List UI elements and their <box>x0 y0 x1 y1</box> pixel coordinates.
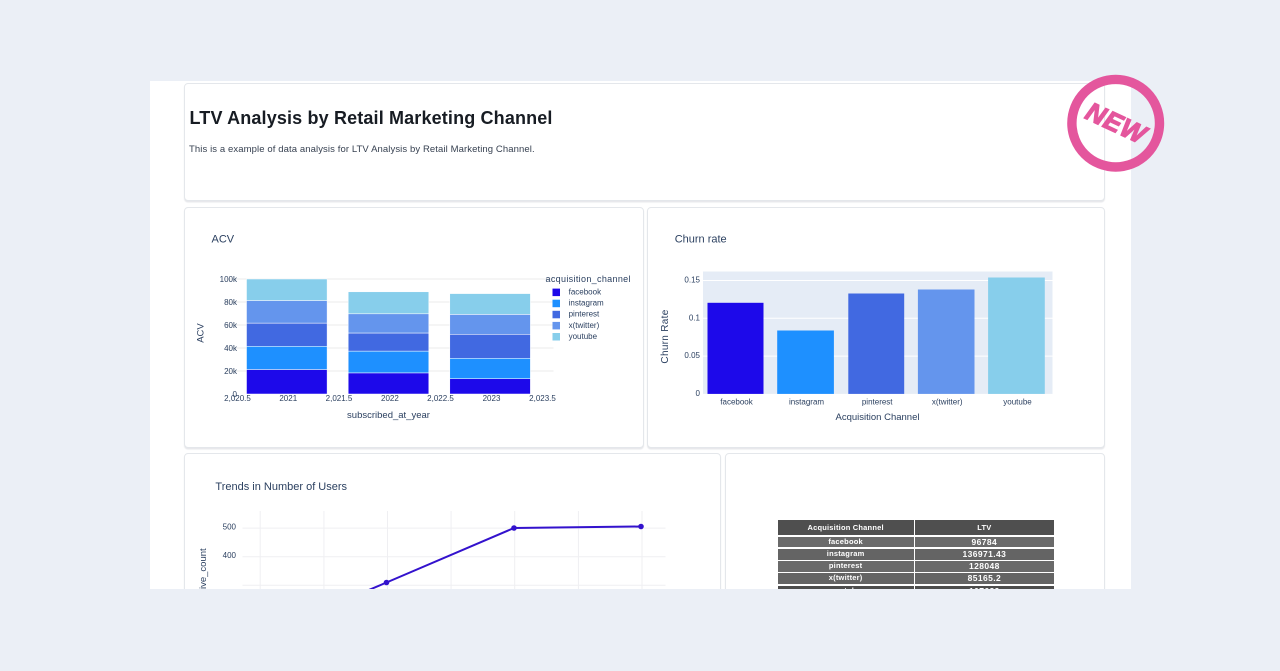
svg-text:80k: 80k <box>224 297 238 306</box>
svg-text:60k: 60k <box>224 320 238 329</box>
svg-text:x(twitter): x(twitter) <box>568 320 599 329</box>
svg-text:2,023.5: 2,023.5 <box>529 394 556 403</box>
svg-text:400: 400 <box>222 551 236 560</box>
svg-text:instagram: instagram <box>788 397 823 406</box>
svg-text:Acquisition Channel: Acquisition Channel <box>835 412 919 423</box>
svg-text:pinterest: pinterest <box>568 309 599 318</box>
svg-text:2021: 2021 <box>279 394 297 403</box>
svg-text:facebook: facebook <box>568 287 601 296</box>
svg-text:2,021.5: 2,021.5 <box>325 394 352 403</box>
svg-text:youtube: youtube <box>568 331 597 340</box>
svg-text:0.15: 0.15 <box>684 275 700 284</box>
svg-text:facebook: facebook <box>720 397 753 406</box>
svg-text:ACV: ACV <box>195 322 206 342</box>
svg-text:2023: 2023 <box>482 394 500 403</box>
svg-text:2,022.5: 2,022.5 <box>427 394 454 403</box>
svg-text:0.1: 0.1 <box>688 313 700 322</box>
svg-text:instagram: instagram <box>568 298 603 307</box>
svg-text:500: 500 <box>222 522 236 531</box>
svg-text:acquisition_channel: acquisition_channel <box>545 274 630 284</box>
svg-text:active_count: active_count <box>198 547 209 588</box>
svg-text:ACV: ACV <box>211 233 234 245</box>
svg-text:x(twitter): x(twitter) <box>931 397 962 406</box>
svg-text:0.05: 0.05 <box>684 351 700 360</box>
svg-text:NEW: NEW <box>1081 96 1153 151</box>
svg-text:pinterest: pinterest <box>861 397 892 406</box>
svg-text:40k: 40k <box>224 343 238 352</box>
svg-text:Churn Rate: Churn Rate <box>660 309 671 363</box>
svg-text:subscribed_at_year: subscribed_at_year <box>347 409 430 420</box>
svg-text:2,020.5: 2,020.5 <box>224 394 251 403</box>
svg-text:Churn rate: Churn rate <box>674 233 726 245</box>
svg-text:0: 0 <box>695 388 700 397</box>
svg-text:20k: 20k <box>224 366 238 375</box>
svg-text:2022: 2022 <box>381 394 399 403</box>
svg-text:youtube: youtube <box>1003 397 1032 406</box>
svg-text:Trends in Number of Users: Trends in Number of Users <box>215 481 347 493</box>
svg-text:100k: 100k <box>219 274 237 283</box>
